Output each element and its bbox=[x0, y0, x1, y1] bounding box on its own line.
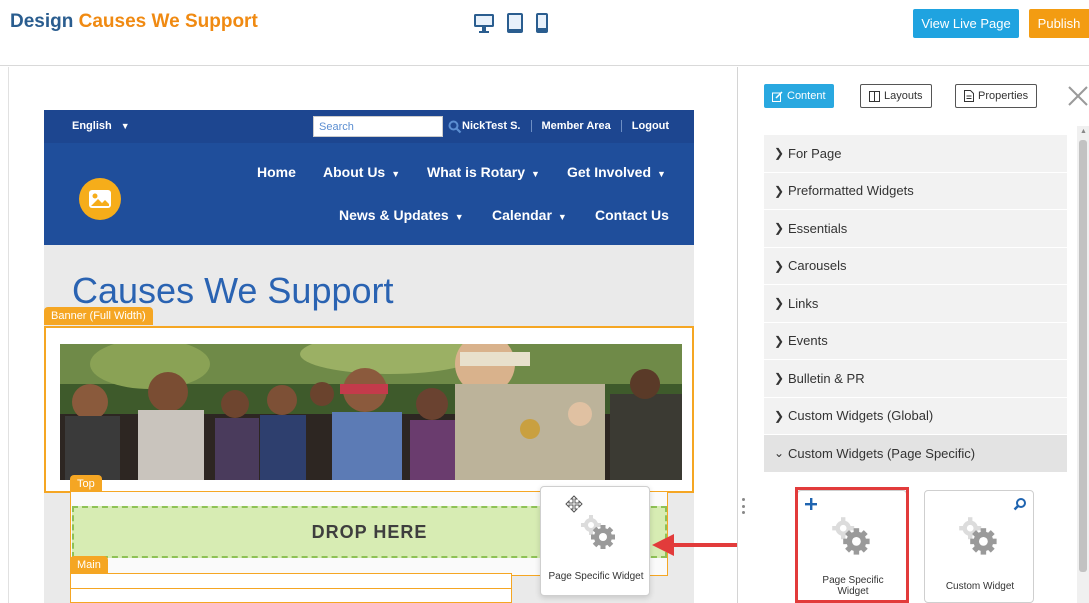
desktop-icon[interactable] bbox=[473, 12, 495, 34]
gear-icon bbox=[581, 515, 615, 549]
columns-icon bbox=[869, 90, 880, 102]
widget-category-list: ❯ For Page ❯ Preformatted Widgets ❯ Essenti… bbox=[764, 135, 1067, 473]
nav-item-news-updates[interactable]: News & Updates ▼ bbox=[339, 207, 464, 223]
page-title: Design Causes We Support bbox=[10, 11, 258, 33]
view-live-page-button[interactable]: View Live Page bbox=[913, 9, 1019, 38]
category-custom-widgets-page-specific[interactable]: ⌄ Custom Widgets (Page Specific) bbox=[764, 435, 1067, 473]
main-region-inner bbox=[70, 588, 512, 603]
scrollbar-thumb[interactable] bbox=[1079, 140, 1087, 572]
nav-item-get-involved[interactable]: Get Involved ▼ bbox=[567, 164, 666, 180]
dragging-widget-card[interactable]: Page Specific Widget bbox=[540, 486, 650, 596]
device-switcher bbox=[473, 12, 549, 34]
language-label: English bbox=[72, 120, 112, 132]
chevron-right-icon: ❯ bbox=[774, 371, 785, 386]
selection-highlight bbox=[795, 487, 909, 603]
drag-handle[interactable] bbox=[740, 498, 746, 514]
widget-card-custom[interactable]: Custom Widget bbox=[924, 490, 1034, 603]
member-area-link[interactable]: Member Area bbox=[532, 120, 622, 132]
region-tag-banner[interactable]: Banner (Full Width) bbox=[44, 307, 153, 325]
tablet-icon[interactable] bbox=[505, 12, 525, 34]
title-prefix: Design bbox=[10, 11, 74, 32]
edit-icon bbox=[772, 90, 783, 102]
category-preformatted-widgets[interactable]: ❯ Preformatted Widgets bbox=[764, 173, 1067, 210]
chevron-right-icon: ❯ bbox=[774, 183, 785, 198]
phone-icon[interactable] bbox=[535, 12, 549, 34]
chevron-right-icon: ❯ bbox=[774, 146, 785, 161]
site-logo-placeholder bbox=[79, 178, 121, 220]
nav-item-about-us[interactable]: About Us ▼ bbox=[323, 164, 400, 180]
chevron-right-icon: ❯ bbox=[774, 296, 785, 311]
category-events[interactable]: ❯ Events bbox=[764, 323, 1067, 360]
nav-item-home[interactable]: Home bbox=[257, 164, 296, 180]
scroll-up-icon[interactable]: ▲ bbox=[1080, 128, 1087, 135]
category-custom-widgets-global[interactable]: ❯ Custom Widgets (Global) bbox=[764, 398, 1067, 435]
tab-layouts-label: Layouts bbox=[884, 90, 923, 102]
tab-content-label: Content bbox=[787, 90, 826, 102]
category-essentials[interactable]: ❯ Essentials bbox=[764, 210, 1067, 248]
category-bulletin-pr[interactable]: ❯ Bulletin & PR bbox=[764, 360, 1067, 398]
utility-links: NickTest S. Member Area Logout bbox=[452, 120, 679, 132]
nav-item-what-is-rotary[interactable]: What is Rotary ▼ bbox=[427, 164, 540, 180]
gear-icon bbox=[959, 517, 997, 555]
move-icon bbox=[565, 495, 583, 513]
site-header: English ▼ Search NickTest S. Member Area… bbox=[44, 110, 694, 245]
title-page-name: Causes We Support bbox=[78, 11, 258, 32]
tab-properties[interactable]: Properties bbox=[955, 84, 1038, 108]
close-icon[interactable] bbox=[1066, 84, 1089, 108]
user-name-link[interactable]: NickTest S. bbox=[452, 120, 532, 132]
chevron-down-icon: ▼ bbox=[120, 121, 130, 131]
search-placeholder: Search bbox=[319, 121, 354, 133]
utility-bar: English ▼ Search NickTest S. Member Area… bbox=[44, 110, 694, 143]
chevron-right-icon: ❯ bbox=[774, 221, 785, 236]
category-links[interactable]: ❯ Links bbox=[764, 285, 1067, 323]
banner-region[interactable] bbox=[44, 326, 694, 493]
region-tag-main[interactable]: Main bbox=[70, 556, 108, 574]
document-icon bbox=[964, 90, 974, 102]
category-carousels[interactable]: ❯ Carousels bbox=[764, 248, 1067, 285]
dragging-widget-label: Page Specific Widget bbox=[548, 571, 644, 582]
nav-item-calendar[interactable]: Calendar ▼ bbox=[492, 207, 567, 223]
nav-item-contact-us[interactable]: Contact Us bbox=[595, 207, 669, 223]
banner-photo bbox=[60, 344, 682, 480]
panel-scrollbar[interactable]: ▲ bbox=[1077, 126, 1089, 603]
chevron-right-icon: ❯ bbox=[774, 258, 785, 273]
chevron-right-icon: ❯ bbox=[774, 333, 785, 348]
tab-content[interactable]: Content bbox=[764, 84, 834, 108]
chevron-right-icon: ❯ bbox=[774, 408, 785, 423]
logout-link[interactable]: Logout bbox=[622, 120, 679, 132]
language-selector[interactable]: English ▼ bbox=[72, 120, 130, 132]
tab-properties-label: Properties bbox=[978, 90, 1029, 102]
image-icon bbox=[89, 190, 111, 208]
editor-toolbar: Design Causes We Support View Live Page … bbox=[0, 0, 1089, 66]
publish-button[interactable]: Publish bbox=[1029, 9, 1089, 38]
widget-card-label: Custom Widget bbox=[945, 581, 1015, 592]
category-for-page[interactable]: ❯ For Page bbox=[764, 135, 1067, 173]
page-heading: Causes We Support bbox=[72, 270, 394, 311]
search-icon[interactable] bbox=[1013, 497, 1027, 511]
chevron-down-icon: ⌄ bbox=[774, 446, 785, 461]
site-search-input[interactable]: Search bbox=[313, 116, 443, 137]
tab-layouts[interactable]: Layouts bbox=[860, 84, 932, 108]
